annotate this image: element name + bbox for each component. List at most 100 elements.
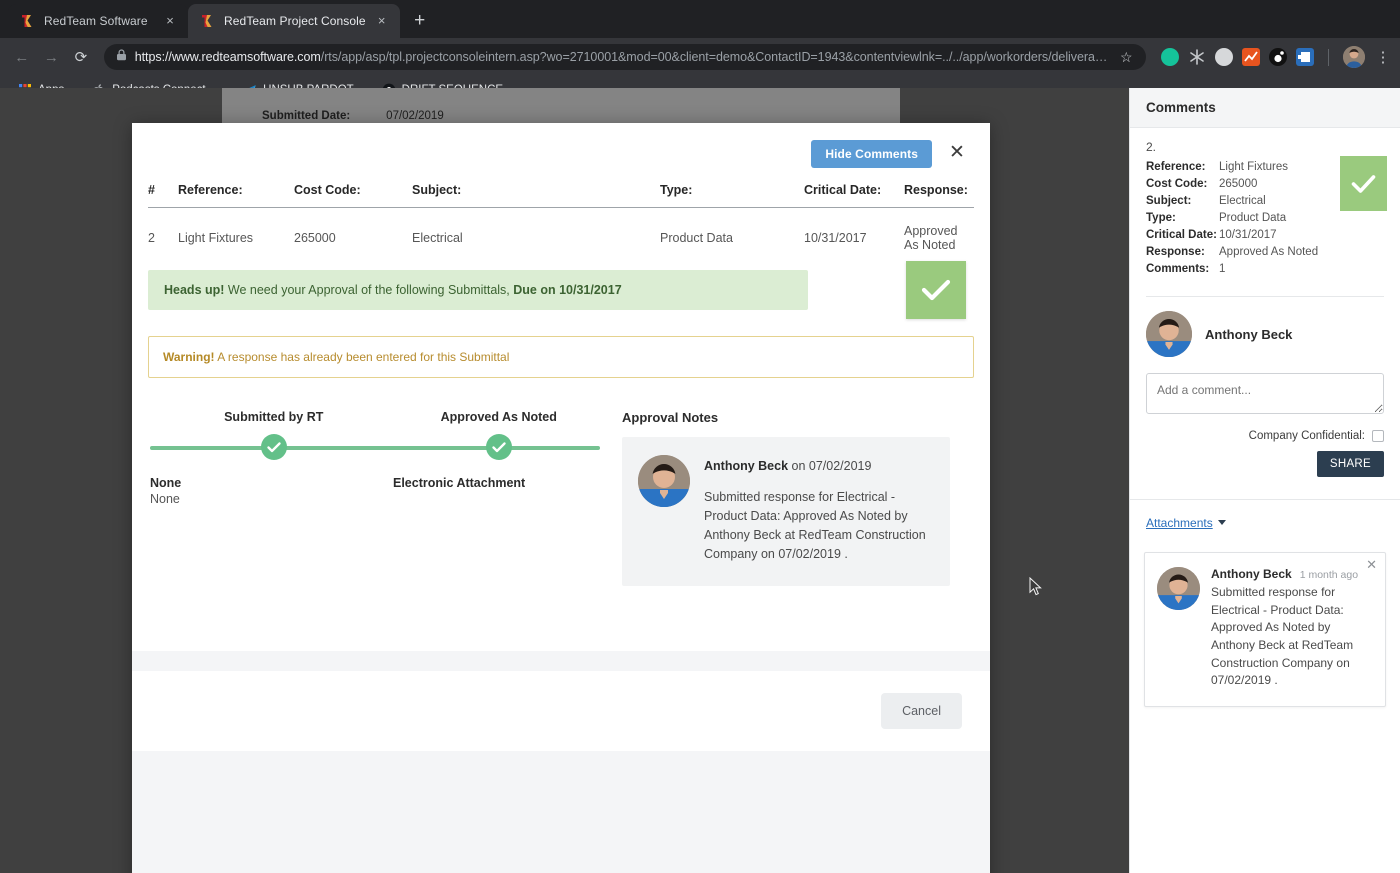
url-host: https://www.redteamsoftware.com — [134, 50, 321, 64]
comment-composer: Anthony Beck Company Confidential: SHARE — [1130, 297, 1400, 487]
heads-up-due: Due on 10/31/2017 — [513, 283, 622, 297]
cell-reference: Light Fixtures — [178, 231, 254, 245]
browser-menu-button[interactable]: ⋮ — [1374, 50, 1392, 65]
browser-window: RedTeam Software × RedTeam Project Conso… — [0, 0, 1400, 873]
field-key: Comments: — [1146, 263, 1210, 275]
comment-header: Anthony Beck 1 month ago — [1211, 567, 1373, 581]
progress-labels: Submitted by RT Approved As Noted — [150, 410, 600, 428]
hubspot-extension-icon[interactable] — [1269, 48, 1288, 66]
progress-sub-line1: Electronic Attachment — [393, 476, 526, 490]
submittal-progress-tracker: Submitted by RT Approved As Noted None N… — [148, 410, 600, 586]
close-icon[interactable]: ✕ — [1366, 558, 1377, 571]
field-key: Reference: — [1146, 161, 1206, 173]
field-value: Approved As Noted — [1219, 246, 1319, 258]
address-bar[interactable]: https://www.redteamsoftware.com/rts/app/… — [103, 44, 1147, 70]
field-key: Critical Date: — [1146, 229, 1217, 241]
forward-button[interactable]: → — [38, 43, 66, 71]
profile-avatar[interactable] — [1343, 46, 1366, 68]
redteam-favicon-icon — [20, 13, 36, 29]
progress-step-label-0: Submitted by RT — [224, 410, 324, 424]
cell-num: 2 — [148, 231, 155, 245]
avatar — [638, 455, 690, 507]
heads-up-text: We need your Approval of the following S… — [224, 283, 514, 297]
cell-subject: Electrical — [412, 231, 463, 245]
page-viewport: Submitted Date: 07/02/2019 Hide Comments… — [0, 88, 1400, 873]
company-confidential-row: Company Confidential: — [1146, 430, 1384, 442]
cancel-button[interactable]: Cancel — [881, 693, 962, 729]
browser-toolbar: ← → ⟳ https://www.redteamsoftware.com/rt… — [0, 38, 1400, 76]
progress-sub-item-0: None None — [150, 476, 181, 506]
cell-type: Product Data — [660, 231, 733, 245]
approval-note-header: Anthony Beck on 07/02/2019 — [704, 457, 932, 476]
submittal-table: # Reference: Cost Code: Subject: Type: C… — [148, 179, 974, 266]
circle-extension-icon[interactable] — [1215, 48, 1234, 66]
comment-author: Anthony Beck — [1211, 567, 1292, 581]
progress-node-0[interactable] — [260, 434, 287, 460]
approved-check-badge — [1340, 156, 1387, 211]
new-tab-button[interactable]: + — [406, 7, 434, 35]
progress-line — [150, 446, 600, 450]
table-row[interactable]: 2 Light Fixtures 265000 Electrical Produ… — [148, 208, 974, 267]
field-value: Electrical — [1219, 195, 1266, 207]
sparkle-extension-icon[interactable] — [1188, 48, 1206, 66]
header-critical-date: Critical Date: — [804, 179, 904, 208]
comments-header: Comments — [1130, 88, 1400, 128]
progress-sub-line2: None — [150, 492, 180, 506]
field-value: Product Data — [1219, 212, 1287, 224]
chevron-down-icon[interactable] — [1217, 520, 1226, 525]
toolbar-divider — [1328, 48, 1330, 66]
approval-note-body: Anthony Beck on 07/02/2019 Submitted res… — [704, 455, 932, 564]
company-confidential-label: Company Confidential: — [1248, 430, 1365, 442]
comment-input[interactable] — [1146, 373, 1384, 414]
tab-strip: RedTeam Software × RedTeam Project Conso… — [0, 0, 1400, 38]
approval-note-card: Anthony Beck on 07/02/2019 Submitted res… — [622, 437, 950, 586]
comments-sidebar: Comments 2. Reference: Light Fixtures Co… — [1129, 88, 1400, 873]
comments-title: Comments — [1146, 100, 1216, 115]
submitted-date-value: 07/02/2019 — [386, 110, 444, 122]
bookmark-star-icon[interactable]: ☆ — [1120, 49, 1136, 66]
comment-card: ✕ Anthony Beck 1 month ago Submitted res… — [1144, 552, 1386, 707]
check-icon — [921, 279, 951, 301]
grammarly-extension-icon[interactable] — [1161, 48, 1180, 66]
submittal-response-modal: Hide Comments ✕ # Reference: Cost Code: … — [132, 123, 990, 873]
tab-close-icon[interactable]: × — [374, 13, 390, 29]
bluebook-extension-icon[interactable] — [1296, 48, 1315, 66]
field-value: 1 — [1219, 263, 1226, 275]
extension-icons: ⋮ — [1155, 46, 1392, 68]
mouse-cursor — [1029, 576, 1042, 601]
modal-topbar: Hide Comments ✕ — [148, 135, 974, 173]
browser-tab-1[interactable]: RedTeam Project Console × — [188, 4, 400, 38]
header-reference: Reference: — [178, 179, 294, 208]
share-button[interactable]: SHARE — [1316, 451, 1384, 477]
analytics-extension-icon[interactable] — [1242, 48, 1261, 66]
url-text: https://www.redteamsoftware.com/rts/app/… — [135, 50, 1112, 64]
summary-index: 2. — [1146, 140, 1157, 154]
attachments-toggle[interactable]: Attachments — [1146, 516, 1213, 530]
progress-node-1[interactable] — [485, 434, 512, 460]
approved-check-badge — [906, 261, 966, 319]
comment-body: Anthony Beck 1 month ago Submitted respo… — [1211, 567, 1373, 690]
background-submitted-date-row: Submitted Date: 07/02/2019 — [262, 110, 444, 122]
approval-note-author: Anthony Beck — [704, 459, 789, 473]
company-confidential-checkbox[interactable] — [1372, 430, 1384, 442]
modal-body: Hide Comments ✕ # Reference: Cost Code: … — [132, 123, 990, 651]
cell-response: Approved As Noted — [904, 224, 958, 252]
lock-icon — [116, 48, 127, 66]
back-button[interactable]: ← — [8, 43, 36, 71]
browser-tab-0[interactable]: RedTeam Software × — [8, 4, 188, 38]
hide-comments-button[interactable]: Hide Comments — [811, 140, 932, 168]
header-subject: Subject: — [412, 179, 660, 208]
check-icon — [492, 441, 506, 452]
submittal-summary: 2. Reference: Light Fixtures Cost Code: … — [1130, 128, 1400, 288]
reload-button[interactable]: ⟳ — [67, 43, 95, 71]
redteam-favicon-icon — [200, 13, 216, 29]
attachments-label: Attachments — [1146, 516, 1213, 530]
comment-timestamp: 1 month ago — [1299, 569, 1359, 581]
header-response: Response: — [904, 179, 974, 208]
summary-field: Response: Approved As Noted — [1146, 244, 1384, 261]
field-value: 265000 — [1219, 178, 1258, 190]
close-icon[interactable]: ✕ — [946, 143, 968, 165]
approval-note-text: Submitted response for Electrical - Prod… — [704, 490, 926, 561]
tab-close-icon[interactable]: × — [162, 13, 178, 29]
warning-text: A response has already been entered for … — [214, 350, 510, 364]
